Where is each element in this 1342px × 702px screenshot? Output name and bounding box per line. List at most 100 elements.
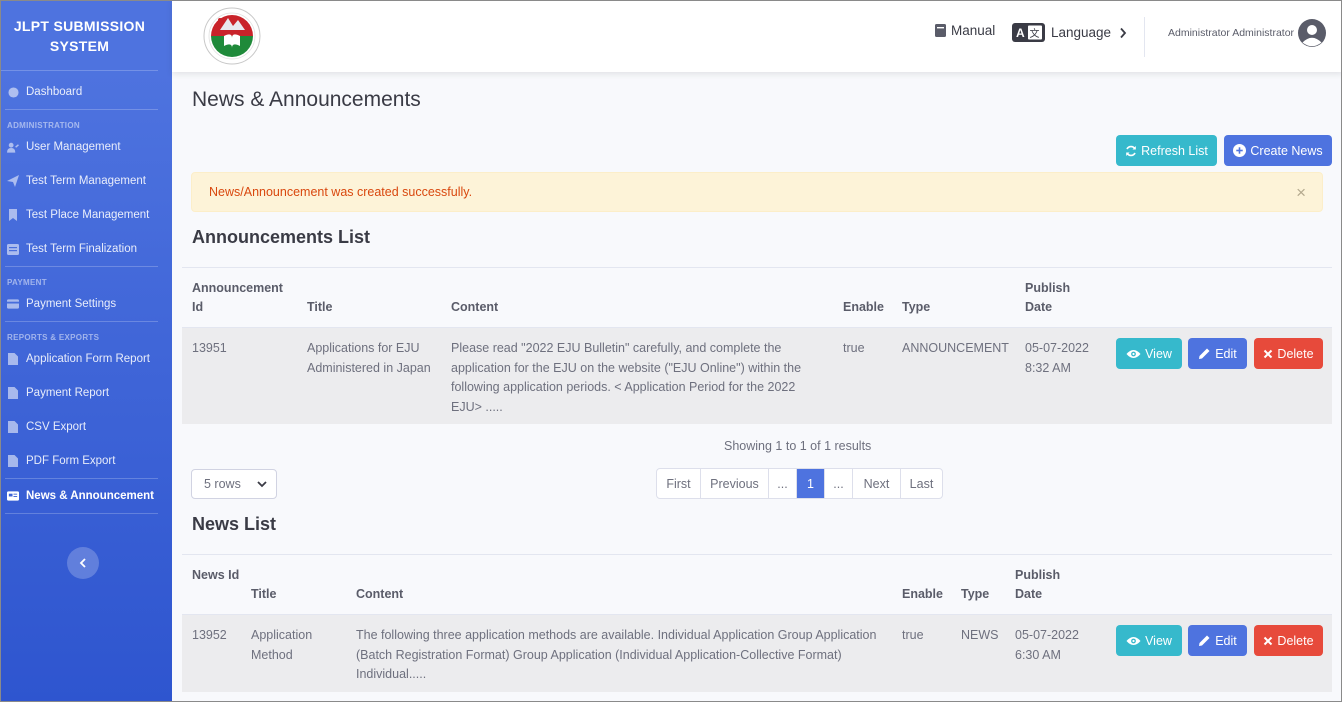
user-name[interactable]: Administrator Administrator xyxy=(1168,27,1294,39)
column-header-publish-date[interactable]: Publish Date xyxy=(1015,566,1075,604)
sidebar-item-label: Test Term Finalization xyxy=(26,243,137,255)
topbar: Manual A文 Language Administrator Adminis… xyxy=(172,1,1341,72)
sidebar-item-label: CSV Export xyxy=(26,421,87,433)
sidebar-item-label: Dashboard xyxy=(26,86,83,98)
column-header-news-id[interactable]: News Id xyxy=(192,566,242,585)
sidebar-item-csv-export[interactable]: CSV Export xyxy=(1,410,172,444)
bookmark-icon xyxy=(7,209,19,221)
create-news-button[interactable]: Create News xyxy=(1224,135,1332,166)
list-icon xyxy=(7,243,19,255)
sidebar-item-payment-settings[interactable]: Payment Settings xyxy=(1,287,172,321)
column-header-title[interactable]: Title xyxy=(307,298,332,317)
sidebar-item-label: Payment Settings xyxy=(26,298,117,310)
column-header-announcement-id[interactable]: Announcement Id xyxy=(192,279,292,317)
sidebar-item-label: Application Form Report xyxy=(26,353,150,365)
page-last[interactable]: Last xyxy=(901,469,942,498)
news-table: News Id Title Content Enable Type Publis… xyxy=(182,554,1332,692)
cell-enable: true xyxy=(843,341,865,355)
column-header-content[interactable]: Content xyxy=(356,585,403,604)
sidebar-item-user-management[interactable]: User Management xyxy=(1,130,172,164)
refresh-list-label: Refresh List xyxy=(1141,143,1208,158)
publish-date: 05-07-2022 xyxy=(1015,628,1079,642)
svg-text:文: 文 xyxy=(1030,27,1040,40)
close-icon xyxy=(1264,636,1273,645)
view-button[interactable]: View xyxy=(1116,338,1182,369)
app-brand[interactable]: JLPT SUBMISSION SYSTEM xyxy=(1,1,158,71)
sidebar-item-label: PDF Form Export xyxy=(26,455,116,467)
sidebar-item-dashboard[interactable]: Dashboard xyxy=(1,75,172,109)
delete-button[interactable]: Delete xyxy=(1254,338,1323,369)
column-header-title[interactable]: Title xyxy=(251,585,276,604)
manual-link[interactable]: Manual xyxy=(935,23,995,38)
alert-close-button[interactable]: × xyxy=(1296,183,1306,203)
page-current[interactable]: 1 xyxy=(797,469,825,498)
sidebar-item-pdf-form-export[interactable]: PDF Form Export xyxy=(1,444,172,478)
translate-icon: A文 xyxy=(1012,23,1045,42)
cell-title: Applications for EJU Administered in Jap… xyxy=(307,341,431,375)
sidebar-item-payment-report[interactable]: Payment Report xyxy=(1,376,172,410)
app-frame: JLPT SUBMISSION SYSTEM Dashboard ADMINIS… xyxy=(0,0,1342,702)
credit-card-icon xyxy=(7,298,19,310)
page-ellipsis-left[interactable]: ... xyxy=(769,469,797,498)
table-row: 13952 Application Method The following t… xyxy=(182,614,1332,692)
sidebar-item-label: Payment Report xyxy=(26,387,110,399)
file-icon xyxy=(7,455,19,467)
cell-title: Application Method xyxy=(251,628,313,662)
language-menu[interactable]: A文 Language xyxy=(1012,23,1127,42)
column-header-enable[interactable]: Enable xyxy=(843,298,884,317)
page-ellipsis-right[interactable]: ... xyxy=(825,469,853,498)
cell-publish-date: 05-07-2022 8:32 AM xyxy=(1025,339,1089,378)
publish-date: 05-07-2022 xyxy=(1025,341,1089,355)
refresh-list-button[interactable]: Refresh List xyxy=(1116,135,1217,166)
plus-circle-icon xyxy=(1233,144,1247,157)
newspaper-icon xyxy=(7,490,19,502)
sync-icon xyxy=(1126,145,1136,156)
results-summary: Showing 1 to 1 of 1 results xyxy=(724,439,872,453)
page-next[interactable]: Next xyxy=(853,469,901,498)
svg-text:A: A xyxy=(1016,26,1025,40)
book-icon xyxy=(935,23,946,37)
publish-time: 8:32 AM xyxy=(1025,360,1071,375)
edit-button[interactable]: Edit xyxy=(1188,338,1247,369)
column-header-publish-date[interactable]: Publish Date xyxy=(1025,279,1085,317)
edit-button[interactable]: Edit xyxy=(1188,625,1247,656)
page-previous[interactable]: Previous xyxy=(701,469,769,498)
sidebar-item-label: User Management xyxy=(26,141,121,153)
rows-per-page-select[interactable]: 5 rows xyxy=(191,469,277,499)
file-icon xyxy=(7,387,19,399)
delete-button[interactable]: Delete xyxy=(1254,625,1323,656)
organization-logo xyxy=(200,6,264,66)
pencil-icon xyxy=(1199,348,1210,359)
manual-label: Manual xyxy=(951,23,996,38)
main-content: News & Announcements Refresh List Create… xyxy=(172,72,1341,701)
column-header-type[interactable]: Type xyxy=(961,585,989,604)
sidebar-item-test-term-management[interactable]: Test Term Management xyxy=(1,164,172,198)
sidebar-divider xyxy=(5,513,158,514)
page-first[interactable]: First xyxy=(657,469,701,498)
publish-time: 6:30 AM xyxy=(1015,647,1061,662)
user-avatar[interactable] xyxy=(1298,19,1326,47)
delete-label: Delete xyxy=(1277,633,1314,648)
sidebar-item-test-place-management[interactable]: Test Place Management xyxy=(1,198,172,232)
announcements-list-title: Announcements List xyxy=(192,227,371,247)
eye-icon xyxy=(1126,636,1141,645)
cell-enable: true xyxy=(902,628,924,642)
view-button[interactable]: View xyxy=(1116,625,1182,656)
sidebar-heading-reports: REPORTS & EXPORTS xyxy=(7,333,100,342)
pagination: First Previous ... 1 ... Next Last xyxy=(656,468,943,499)
cell-type: NEWS xyxy=(961,628,999,642)
view-label: View xyxy=(1145,346,1172,361)
column-header-type[interactable]: Type xyxy=(902,298,930,317)
column-header-content[interactable]: Content xyxy=(451,298,498,317)
rows-per-page-value: 5 rows xyxy=(204,477,241,491)
table-row: 13951 Applications for EJU Administered … xyxy=(182,327,1332,424)
edit-label: Edit xyxy=(1215,346,1237,361)
cell-content: The following three application methods … xyxy=(356,628,877,681)
sidebar-item-application-form-report[interactable]: Application Form Report xyxy=(1,342,172,376)
table-header: Announcement Id Title Content Enable Typ… xyxy=(182,267,1332,327)
sidebar-toggle-button[interactable] xyxy=(67,547,99,579)
sidebar-item-test-term-finalization[interactable]: Test Term Finalization xyxy=(1,232,172,266)
sidebar-item-news-announcement[interactable]: News & Announcement xyxy=(1,479,172,513)
column-header-enable[interactable]: Enable xyxy=(902,585,943,604)
delete-label: Delete xyxy=(1277,346,1314,361)
